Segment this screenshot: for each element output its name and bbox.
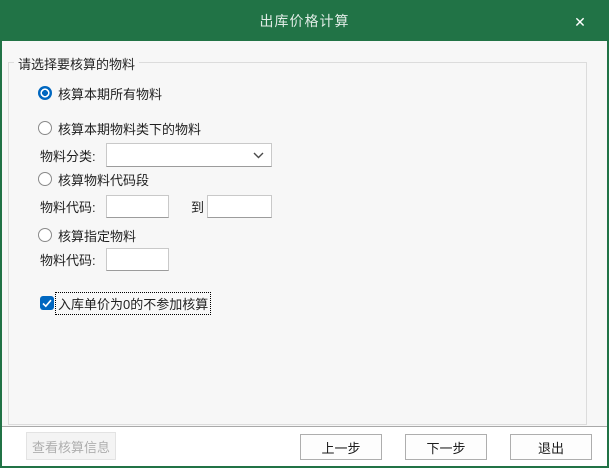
code-range-from-input[interactable] xyxy=(106,195,169,218)
specified-code-label: 物料代码: xyxy=(40,253,96,268)
check-icon xyxy=(42,299,52,307)
code-range-to-input[interactable] xyxy=(207,195,273,218)
dialog-window: 出库价格计算 ✕ 请选择要核算的物料 核算本期所有物料 核算本期物料类下的物料 … xyxy=(0,0,609,468)
chevron-down-icon xyxy=(253,152,264,159)
radio-calc-code-range-label[interactable]: 核算物料代码段 xyxy=(58,170,149,189)
radio-calc-category-label[interactable]: 核算本期物料类下的物料 xyxy=(58,119,201,138)
footer: 查看核算信息 上一步 下一步 退出 xyxy=(2,426,607,466)
group-label: 请选择要核算的物料 xyxy=(14,54,140,73)
category-field-row: 物料分类: xyxy=(40,143,272,167)
radio-calc-specified[interactable] xyxy=(38,228,52,242)
radio-calc-code-range[interactable] xyxy=(38,172,52,186)
close-icon: ✕ xyxy=(574,13,586,30)
material-selection-group: 请选择要核算的物料 核算本期所有物料 核算本期物料类下的物料 物料分类: 核算物… xyxy=(8,54,587,425)
material-category-label: 物料分类: xyxy=(40,148,96,164)
radio-row-calc-all: 核算本期所有物料 xyxy=(38,84,162,103)
radio-row-calc-range: 核算物料代码段 xyxy=(38,170,149,189)
material-category-select[interactable] xyxy=(106,143,272,167)
specified-code-input[interactable] xyxy=(106,248,169,271)
code-range-field-row: 物料代码: 到 xyxy=(40,195,273,218)
radio-calc-all[interactable] xyxy=(38,86,52,100)
zero-price-checkbox-label[interactable]: 入库单价为0的不参加核算 xyxy=(54,291,212,315)
to-label: 到 xyxy=(191,200,205,215)
view-info-button[interactable]: 查看核算信息 xyxy=(26,432,116,460)
next-step-button[interactable]: 下一步 xyxy=(405,434,487,460)
radio-row-calc-category: 核算本期物料类下的物料 xyxy=(38,119,201,138)
radio-calc-all-label[interactable]: 核算本期所有物料 xyxy=(58,84,162,103)
radio-calc-category[interactable] xyxy=(38,121,52,135)
exit-button[interactable]: 退出 xyxy=(510,434,592,460)
titlebar[interactable]: 出库价格计算 ✕ xyxy=(2,2,607,41)
radio-row-calc-specified: 核算指定物料 xyxy=(38,226,136,245)
zero-price-row: 入库单价为0的不参加核算 xyxy=(40,291,212,315)
specified-code-field-row: 物料代码: xyxy=(40,248,169,271)
dialog-title: 出库价格计算 xyxy=(259,13,350,29)
zero-price-checkbox[interactable] xyxy=(40,296,54,310)
close-button[interactable]: ✕ xyxy=(563,2,597,41)
code-range-label: 物料代码: xyxy=(40,200,96,215)
prev-step-button[interactable]: 上一步 xyxy=(300,434,382,460)
radio-calc-specified-label[interactable]: 核算指定物料 xyxy=(58,226,136,245)
